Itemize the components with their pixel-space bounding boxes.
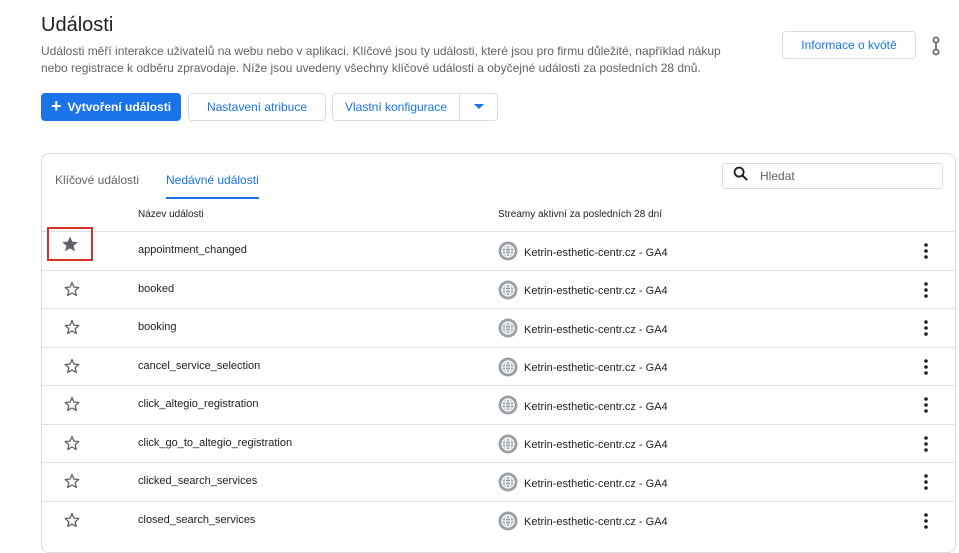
globe-icon bbox=[498, 434, 518, 457]
quota-info-button[interactable]: Informace o kvótě bbox=[782, 31, 916, 59]
event-name[interactable]: click_go_to_altegio_registration bbox=[138, 437, 292, 449]
row-more-icon[interactable] bbox=[918, 241, 934, 261]
globe-icon bbox=[498, 511, 518, 534]
row-more-icon[interactable] bbox=[918, 318, 934, 338]
star-icon[interactable] bbox=[62, 510, 82, 530]
stream-name: Ketrin-esthetic-centr.cz - GA4 bbox=[524, 246, 668, 259]
event-name[interactable]: booked bbox=[138, 283, 174, 295]
star-icon[interactable] bbox=[62, 317, 82, 337]
globe-icon bbox=[498, 241, 518, 264]
custom-config-button[interactable]: Vlastní konfigurace bbox=[333, 100, 459, 114]
events-card: Klíčové události Nedávné události Název … bbox=[41, 153, 956, 553]
stream-name: Ketrin-esthetic-centr.cz - GA4 bbox=[524, 400, 668, 413]
table-row[interactable]: click_altegio_registration Ketrin-estheti… bbox=[42, 385, 955, 424]
row-more-icon[interactable] bbox=[918, 472, 934, 492]
search-input[interactable] bbox=[760, 169, 920, 183]
globe-icon bbox=[498, 472, 518, 495]
stream-name: Ketrin-esthetic-centr.cz - GA4 bbox=[524, 516, 668, 528]
caret-down-icon[interactable] bbox=[460, 104, 497, 110]
tab-key-events[interactable]: Klíčové události bbox=[55, 173, 139, 187]
star-icon[interactable] bbox=[62, 279, 82, 299]
table-row[interactable]: booked Ketrin-esthetic-centr.cz - GA4 bbox=[42, 269, 955, 309]
create-event-button[interactable]: + Vytvoření události bbox=[41, 93, 181, 121]
stream-name: Ketrin-esthetic-centr.cz - GA4 bbox=[524, 477, 668, 490]
globe-icon bbox=[498, 318, 518, 341]
event-name[interactable]: appointment_changed bbox=[138, 244, 247, 256]
stream-cell: Ketrin-esthetic-centr.cz - GA4 bbox=[498, 357, 668, 380]
search-icon bbox=[733, 166, 748, 186]
attribution-settings-button[interactable]: Nastavení atribuce bbox=[188, 93, 326, 121]
stream-cell: Ketrin-esthetic-centr.cz - GA4 bbox=[498, 472, 668, 495]
more-vert-icon[interactable] bbox=[928, 34, 944, 58]
globe-icon bbox=[498, 280, 518, 303]
globe-icon bbox=[498, 395, 518, 418]
column-header-name: Název události bbox=[138, 209, 204, 220]
event-name[interactable]: closed_search_services bbox=[138, 514, 255, 526]
stream-cell: Ketrin-esthetic-centr.cz - GA4 bbox=[498, 318, 668, 341]
star-icon[interactable] bbox=[62, 433, 82, 453]
row-more-icon[interactable] bbox=[918, 511, 934, 531]
table-row[interactable]: cancel_service_selection Ketrin-esthetic-… bbox=[42, 346, 955, 386]
table-row[interactable]: clicked_search_services Ketrin-esthetic-c… bbox=[42, 462, 955, 501]
star-icon[interactable] bbox=[62, 356, 82, 376]
column-header-streams: Streamy aktivní za posledních 28 dní bbox=[498, 209, 662, 220]
page-title: Události bbox=[41, 14, 114, 36]
search-box[interactable] bbox=[722, 163, 943, 189]
tab-recent-events[interactable]: Nedávné události bbox=[166, 173, 259, 187]
globe-icon bbox=[498, 357, 518, 380]
custom-config-split-button: Vlastní konfigurace bbox=[332, 93, 498, 121]
stream-cell: Ketrin-esthetic-centr.cz - GA4 bbox=[498, 280, 668, 303]
active-tab-indicator bbox=[166, 197, 259, 199]
star-icon[interactable] bbox=[62, 394, 82, 414]
event-name[interactable]: clicked_search_services bbox=[138, 475, 257, 487]
stream-cell: Ketrin-esthetic-centr.cz - GA4 bbox=[498, 511, 668, 534]
table-row[interactable]: booking Ketrin-esthetic-centr.cz - GA4 bbox=[42, 308, 955, 347]
table-row[interactable]: closed_search_services Ketrin-esthetic-ce… bbox=[42, 500, 955, 540]
stream-name: Ketrin-esthetic-centr.cz - GA4 bbox=[524, 362, 668, 374]
stream-name: Ketrin-esthetic-centr.cz - GA4 bbox=[524, 439, 668, 451]
row-more-icon[interactable] bbox=[918, 357, 934, 377]
stream-name: Ketrin-esthetic-centr.cz - GA4 bbox=[524, 285, 668, 297]
events-table: appointment_changed Ketrin-esthetic-centr… bbox=[42, 227, 955, 540]
row-more-icon[interactable] bbox=[918, 280, 934, 300]
page-description: Události měří interakce uživatelů na web… bbox=[41, 44, 721, 75]
star-icon[interactable] bbox=[62, 471, 82, 491]
stream-cell: Ketrin-esthetic-centr.cz - GA4 bbox=[498, 241, 668, 264]
event-name[interactable]: cancel_service_selection bbox=[138, 360, 260, 372]
row-more-icon[interactable] bbox=[918, 395, 934, 415]
stream-cell: Ketrin-esthetic-centr.cz - GA4 bbox=[498, 434, 668, 457]
row-more-icon[interactable] bbox=[918, 434, 934, 454]
star-icon[interactable] bbox=[47, 227, 93, 261]
stream-name: Ketrin-esthetic-centr.cz - GA4 bbox=[524, 323, 668, 336]
plus-icon: + bbox=[50, 96, 62, 116]
create-event-label: Vytvoření události bbox=[67, 100, 172, 114]
event-name[interactable]: booking bbox=[138, 321, 177, 333]
table-row[interactable]: appointment_changed Ketrin-esthetic-centr… bbox=[42, 227, 955, 270]
event-name[interactable]: click_altegio_registration bbox=[138, 398, 258, 410]
table-row[interactable]: click_go_to_altegio_registration Ketrin-e… bbox=[42, 423, 955, 463]
stream-cell: Ketrin-esthetic-centr.cz - GA4 bbox=[498, 395, 668, 418]
